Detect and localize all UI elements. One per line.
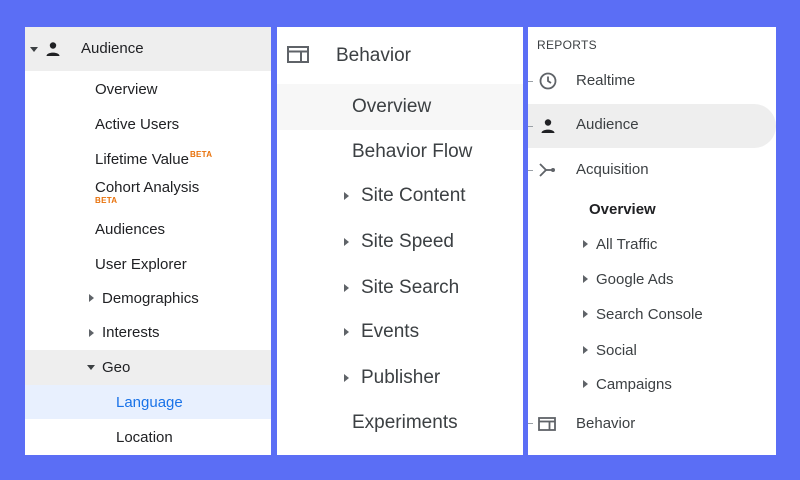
nav-item-geo[interactable]: Geo [25, 350, 271, 385]
nav-item-campaigns[interactable]: Campaigns [596, 376, 672, 393]
nav-item-behavior-flow[interactable]: Behavior Flow [352, 141, 472, 163]
behavior-header-label[interactable]: Behavior [336, 45, 411, 67]
caret-right-icon [344, 328, 349, 336]
person-icon [541, 119, 555, 133]
nav-tick [528, 126, 533, 127]
nav-item-publisher[interactable]: Publisher [361, 367, 440, 389]
nav-item-lifetime-value[interactable]: Lifetime ValueBETA [95, 150, 212, 168]
nav-item-demographics[interactable]: Demographics [102, 290, 199, 307]
nav-item-experiments[interactable]: Experiments [352, 412, 458, 434]
nav-item-site-search[interactable]: Site Search [361, 277, 459, 299]
nav-tick [528, 423, 533, 424]
caret-right-icon [344, 284, 349, 292]
caret-right-icon [89, 329, 94, 337]
nav-tick [528, 170, 533, 171]
nav-item-events[interactable]: Events [361, 321, 419, 343]
nav-item-realtime[interactable]: Realtime [576, 72, 635, 89]
beta-badge: BETA [189, 150, 213, 159]
nav-item-search-console[interactable]: Search Console [596, 306, 703, 323]
acquisition-icon [539, 163, 555, 177]
audience-nav-panel: Audience Overview Active Users Lifetime … [25, 27, 271, 455]
nav-item-all-traffic[interactable]: All Traffic [596, 236, 657, 253]
nav-item-site-content[interactable]: Site Content [361, 185, 466, 207]
lifetime-value-label: Lifetime Value [95, 151, 189, 168]
language-label: Language [116, 394, 183, 411]
nav-item-overview[interactable]: Overview [277, 84, 523, 130]
nav-item-language[interactable]: Language [25, 385, 271, 419]
caret-right-icon [583, 310, 588, 318]
nav-item-acquisition-overview[interactable]: Overview [589, 201, 656, 218]
nav-item-audience[interactable]: Audience [528, 104, 776, 148]
caret-right-icon [344, 192, 349, 200]
nav-item-overview[interactable]: Overview [95, 81, 158, 98]
nav-tick [528, 81, 533, 82]
caret-down-icon [87, 365, 95, 370]
nav-item-cohort-analysis[interactable]: Cohort Analysis [95, 179, 199, 196]
nav-item-interests[interactable]: Interests [102, 324, 160, 341]
beta-badge: BETA [95, 196, 118, 205]
nav-item-social[interactable]: Social [596, 342, 637, 359]
nav-item-user-explorer[interactable]: User Explorer [95, 256, 187, 273]
audience-label: Audience [576, 116, 639, 133]
caret-right-icon [344, 238, 349, 246]
caret-down-icon [30, 47, 38, 52]
nav-item-location[interactable]: Location [116, 429, 173, 446]
behavior-icon [538, 417, 556, 431]
behavior-icon [287, 46, 309, 63]
caret-right-icon [583, 275, 588, 283]
audience-section-header[interactable]: Audience [25, 27, 271, 71]
geo-label: Geo [102, 359, 131, 376]
nav-item-active-users[interactable]: Active Users [95, 116, 179, 133]
overview-label: Overview [352, 96, 432, 117]
reports-section-label: REPORTS [537, 38, 597, 52]
caret-right-icon [89, 294, 94, 302]
caret-right-icon [583, 346, 588, 354]
audience-label: Audience [81, 40, 144, 57]
nav-item-google-ads[interactable]: Google Ads [596, 271, 674, 288]
nav-item-behavior[interactable]: Behavior [576, 415, 635, 432]
caret-right-icon [583, 240, 588, 248]
person-icon [46, 42, 60, 56]
caret-right-icon [583, 380, 588, 388]
nav-item-audiences[interactable]: Audiences [95, 221, 165, 238]
behavior-nav-panel: Behavior Overview Behavior Flow Site Con… [277, 27, 523, 455]
reports-nav-panel: REPORTS Realtime Audience Acquisition Ov… [528, 27, 776, 455]
caret-right-icon [344, 374, 349, 382]
clock-icon [539, 72, 557, 90]
nav-item-site-speed[interactable]: Site Speed [361, 231, 454, 253]
nav-item-acquisition[interactable]: Acquisition [576, 161, 649, 178]
